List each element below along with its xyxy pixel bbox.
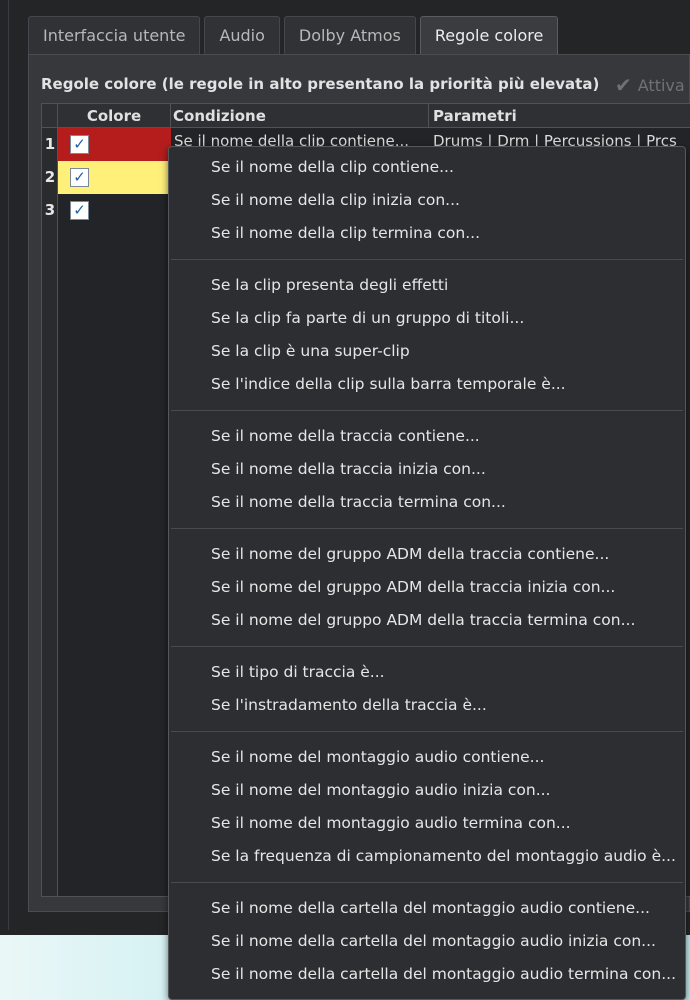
tab-audio[interactable]: Audio (204, 16, 280, 54)
header-colore[interactable]: Colore (58, 104, 171, 128)
menu-item[interactable]: Se il nome del montaggio audio inizia co… (169, 774, 685, 807)
panel-title: Regole colore (le regole in alto present… (41, 75, 600, 93)
color-swatch[interactable]: ✓ (58, 194, 171, 227)
window-divider (8, 0, 9, 930)
row-number: 1 (44, 135, 56, 153)
menu-item[interactable]: Se la clip presenta degli effetti (169, 269, 685, 302)
menu-item[interactable]: Se il nome della traccia inizia con... (169, 453, 685, 486)
checkmark-icon: ✔ (615, 73, 632, 97)
menu-item[interactable]: Se la frequenza di campionamento del mon… (169, 840, 685, 873)
color-swatch[interactable]: ✓ (58, 128, 171, 161)
header-condizione[interactable]: Condizione (171, 104, 429, 128)
menu-item[interactable]: Se il nome del gruppo ADM della traccia … (169, 571, 685, 604)
menu-separator (171, 882, 683, 883)
menu-item[interactable]: Se il nome della clip termina con... (169, 217, 685, 250)
menu-item[interactable]: Se l'indice della clip sulla barra tempo… (169, 368, 685, 401)
attiva-label: Attiva (637, 75, 685, 95)
header-number (42, 104, 58, 128)
row-number-column (42, 128, 58, 896)
row-number: 2 (44, 168, 56, 186)
tab-bar: Interfaccia utente Audio Dolby Atmos Reg… (28, 16, 562, 54)
menu-item[interactable]: Se il tipo di traccia è... (169, 656, 685, 689)
row-number: 3 (44, 201, 56, 219)
tab-interfaccia-utente[interactable]: Interfaccia utente (28, 16, 201, 54)
tab-dolby-atmos[interactable]: Dolby Atmos (283, 16, 416, 54)
condition-context-menu: Se il nome della clip contiene... Se il n… (168, 146, 686, 1000)
tab-regole-colore[interactable]: Regole colore (419, 16, 559, 54)
menu-separator (171, 259, 683, 260)
menu-separator (171, 731, 683, 732)
attiva-toggle[interactable]: ✔ Attiva (615, 73, 685, 97)
menu-item[interactable]: Se il nome della cartella del montaggio … (169, 892, 685, 925)
menu-item[interactable]: Se il nome della traccia contiene... (169, 420, 685, 453)
menu-item[interactable]: Se il nome della clip contiene... (169, 151, 685, 184)
enable-checkbox[interactable]: ✓ (70, 135, 89, 154)
menu-item[interactable]: Se l'instradamento della traccia è... (169, 689, 685, 722)
menu-item[interactable]: Se il nome della clip inizia con... (169, 184, 685, 217)
menu-item[interactable]: Se il nome della cartella del montaggio … (169, 925, 685, 958)
menu-item[interactable]: Se il nome del montaggio audio termina c… (169, 807, 685, 840)
table-header: Colore Condizione Parametri (42, 104, 690, 128)
enable-checkbox[interactable]: ✓ (70, 168, 89, 187)
menu-item[interactable]: Se la clip è una super-clip (169, 335, 685, 368)
menu-separator (171, 410, 683, 411)
menu-item[interactable]: Se il nome della traccia termina con... (169, 486, 685, 519)
enable-checkbox[interactable]: ✓ (70, 201, 89, 220)
color-swatch[interactable]: ✓ (58, 161, 171, 194)
menu-item[interactable]: Se il nome del gruppo ADM della traccia … (169, 538, 685, 571)
menu-item[interactable]: Se il nome della cartella del montaggio … (169, 958, 685, 991)
menu-item[interactable]: Se la clip fa parte di un gruppo di tito… (169, 302, 685, 335)
menu-separator (171, 646, 683, 647)
menu-item[interactable]: Se il nome del montaggio audio contiene.… (169, 741, 685, 774)
header-parametri[interactable]: Parametri (429, 104, 690, 128)
menu-item[interactable]: Se il nome del gruppo ADM della traccia … (169, 604, 685, 637)
menu-separator (171, 528, 683, 529)
